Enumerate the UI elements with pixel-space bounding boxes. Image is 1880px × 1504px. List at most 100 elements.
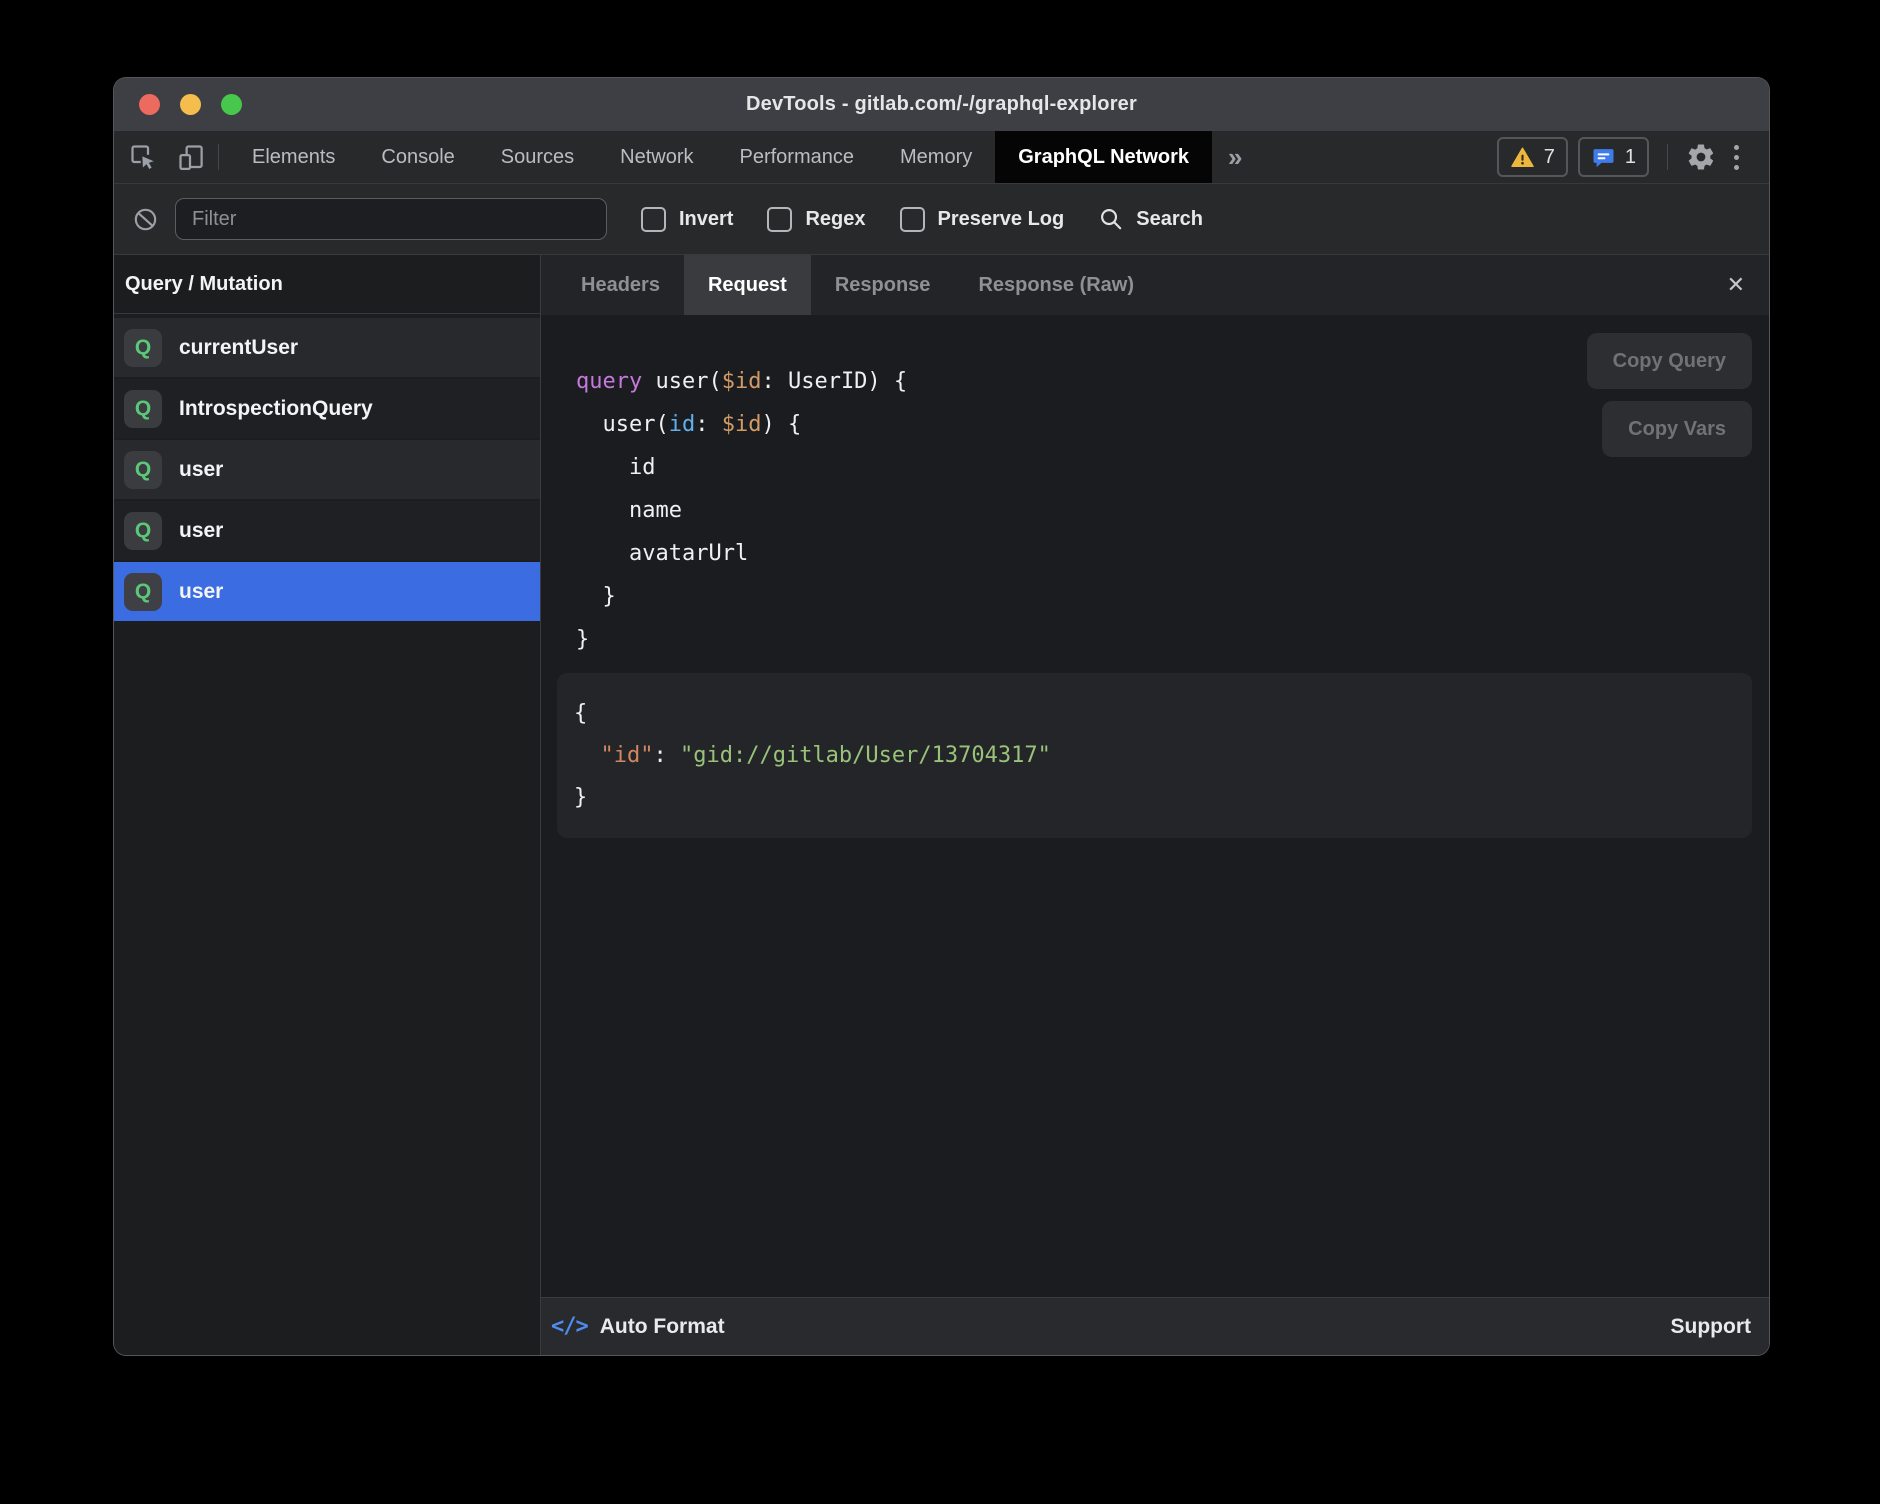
detail-tabs: HeadersRequestResponseResponse (Raw) bbox=[557, 255, 1158, 315]
kebab-menu-icon[interactable] bbox=[1726, 145, 1747, 170]
checkbox-box bbox=[641, 207, 666, 232]
toolbar-tab-memory[interactable]: Memory bbox=[877, 131, 995, 183]
filter-options: Invert Regex Preserve Log bbox=[641, 207, 1064, 232]
message-icon bbox=[1591, 145, 1616, 170]
detail-footer: </> Auto Format Support bbox=[541, 1297, 1769, 1355]
checkbox-regex[interactable]: Regex bbox=[767, 207, 865, 232]
variables-code: { "id": "gid://gitlab/User/13704317"} bbox=[557, 673, 1752, 838]
checkbox-label: Invert bbox=[679, 208, 733, 231]
query-type-badge: Q bbox=[124, 512, 162, 550]
query-name: IntrospectionQuery bbox=[179, 397, 373, 421]
inspect-element-icon[interactable] bbox=[128, 142, 158, 172]
title-bar: DevTools - gitlab.com/-/graphql-explorer bbox=[114, 78, 1769, 131]
support-link[interactable]: Support bbox=[1671, 1315, 1751, 1339]
code-line: } bbox=[576, 575, 1769, 618]
copy-query-button[interactable]: Copy Query bbox=[1587, 333, 1752, 389]
checkbox-label: Preserve Log bbox=[938, 208, 1065, 231]
query-name: user bbox=[179, 458, 223, 482]
detail-tab-request[interactable]: Request bbox=[684, 255, 811, 315]
query-list-item[interactable]: QcurrentUser bbox=[114, 318, 540, 377]
checkbox-invert[interactable]: Invert bbox=[641, 207, 733, 232]
toolbar-tab-graphql-network[interactable]: GraphQL Network bbox=[995, 131, 1212, 183]
code-token: $id bbox=[722, 369, 762, 394]
detail-tab-response[interactable]: Response bbox=[811, 255, 955, 315]
search-button[interactable]: Search bbox=[1098, 206, 1203, 232]
query-list-item[interactable]: Q IntrospectionQuery bbox=[114, 379, 540, 438]
auto-format-label: Auto Format bbox=[600, 1315, 725, 1339]
search-label: Search bbox=[1136, 208, 1203, 231]
code-token: id bbox=[669, 412, 696, 437]
more-tabs-chevron-icon[interactable]: » bbox=[1212, 131, 1258, 183]
toolbar-tab-performance[interactable]: Performance bbox=[717, 131, 878, 183]
clear-filter-icon[interactable] bbox=[132, 206, 159, 233]
checkbox-preserve-log[interactable]: Preserve Log bbox=[900, 207, 1065, 232]
query-list: QcurrentUserQIntrospectionQueryQuserQuse… bbox=[114, 314, 540, 623]
toolbar-tab-sources[interactable]: Sources bbox=[478, 131, 597, 183]
code-token: } bbox=[576, 584, 616, 609]
code-token: user( bbox=[576, 412, 669, 437]
code-line: name bbox=[576, 489, 1769, 532]
minimize-window-button[interactable] bbox=[180, 94, 201, 115]
toolbar-tab-elements[interactable]: Elements bbox=[229, 131, 358, 183]
code-line: { bbox=[574, 693, 1752, 735]
query-type-badge: Q bbox=[124, 573, 162, 611]
checkbox-box bbox=[767, 207, 792, 232]
code-token: ) { bbox=[761, 412, 801, 437]
copy-buttons: Copy Query Copy Vars bbox=[1587, 333, 1752, 457]
query-list-item[interactable]: Quser bbox=[114, 440, 540, 499]
close-icon[interactable]: ✕ bbox=[1721, 255, 1751, 315]
code-line: } bbox=[574, 777, 1752, 819]
filter-input[interactable] bbox=[175, 198, 607, 240]
traffic-lights bbox=[139, 78, 242, 131]
query-type-badge: Q bbox=[124, 451, 162, 489]
window-title: DevTools - gitlab.com/-/graphql-explorer bbox=[746, 93, 1137, 116]
code-token: query bbox=[576, 369, 642, 394]
checkbox-box bbox=[900, 207, 925, 232]
devtools-toolbar: ElementsConsoleSourcesNetworkPerformance… bbox=[114, 131, 1769, 184]
device-toolbar-icon[interactable] bbox=[176, 142, 206, 172]
toolbar-divider bbox=[1667, 144, 1668, 170]
code-token: : UserID) { bbox=[761, 369, 907, 394]
query-name: currentUser bbox=[179, 336, 298, 360]
code-token: } bbox=[574, 785, 587, 810]
query-type-badge: Q bbox=[124, 329, 162, 367]
code-token: $id bbox=[722, 412, 762, 437]
query-type-badge: Q bbox=[124, 390, 162, 428]
warnings-badge[interactable]: 7 bbox=[1497, 137, 1568, 177]
query-name: user bbox=[179, 580, 223, 604]
auto-format-button[interactable]: </> Auto Format bbox=[551, 1314, 725, 1339]
detail-tab-response-raw[interactable]: Response (Raw) bbox=[954, 255, 1158, 315]
toolbar-tab-console[interactable]: Console bbox=[358, 131, 477, 183]
warning-icon bbox=[1510, 145, 1535, 170]
settings-gear-icon[interactable] bbox=[1686, 142, 1716, 172]
detail-tabs-row: HeadersRequestResponseResponse (Raw) ✕ bbox=[541, 255, 1769, 315]
code-token: } bbox=[576, 627, 589, 652]
desktop-background: DevTools - gitlab.com/-/graphql-explorer bbox=[0, 0, 1880, 1504]
detail-tab-headers[interactable]: Headers bbox=[557, 255, 684, 315]
checkbox-label: Regex bbox=[805, 208, 865, 231]
code-token: name bbox=[576, 498, 682, 523]
code-token: id bbox=[576, 455, 655, 480]
close-window-button[interactable] bbox=[139, 94, 160, 115]
detail-panel: HeadersRequestResponseResponse (Raw) ✕ q… bbox=[541, 255, 1769, 1355]
code-token bbox=[574, 743, 601, 768]
toolbar-divider bbox=[218, 144, 219, 170]
toolbar-tabs: ElementsConsoleSourcesNetworkPerformance… bbox=[229, 131, 1212, 183]
query-list-item[interactable]: Quser bbox=[114, 501, 540, 560]
code-token: avatarUrl bbox=[576, 541, 748, 566]
request-content: query user($id: UserID) { user(id: $id) … bbox=[541, 315, 1769, 1297]
copy-vars-button[interactable]: Copy Vars bbox=[1602, 401, 1752, 457]
warning-count: 7 bbox=[1544, 146, 1555, 169]
zoom-window-button[interactable] bbox=[221, 94, 242, 115]
query-list-item[interactable]: Quser bbox=[114, 562, 540, 621]
sidebar-header: Query / Mutation bbox=[114, 255, 540, 314]
message-count: 1 bbox=[1625, 146, 1636, 169]
query-sidebar: Query / Mutation QcurrentUserQIntrospect… bbox=[114, 255, 541, 1355]
devtools-window: DevTools - gitlab.com/-/graphql-explorer bbox=[114, 78, 1769, 1355]
messages-badge[interactable]: 1 bbox=[1578, 137, 1649, 177]
toolbar-tab-network[interactable]: Network bbox=[597, 131, 716, 183]
query-name: user bbox=[179, 519, 223, 543]
code-token: { bbox=[574, 701, 587, 726]
search-icon bbox=[1098, 206, 1124, 232]
code-token: : bbox=[695, 412, 722, 437]
